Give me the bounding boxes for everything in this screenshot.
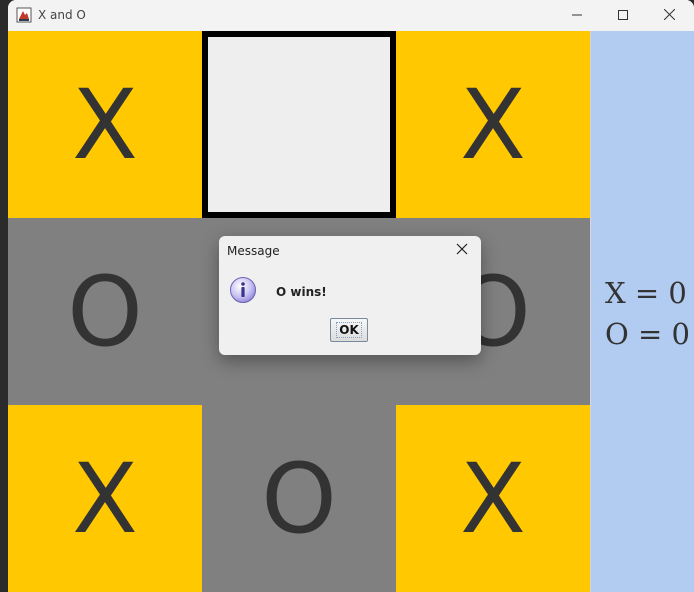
title-bar[interactable]: X and O xyxy=(8,0,694,31)
minimize-button[interactable] xyxy=(554,0,600,31)
board-cell-8[interactable]: O xyxy=(202,405,396,592)
score-panel: X = 0 O = 0 xyxy=(590,31,694,592)
maximize-button[interactable] xyxy=(600,0,646,31)
board-cell-2[interactable] xyxy=(202,31,396,218)
o-score: O = 0 xyxy=(605,317,690,351)
close-icon xyxy=(456,242,468,260)
dialog-message: O wins! xyxy=(276,285,327,299)
ok-button-label: OK xyxy=(336,322,362,338)
board-cell-3[interactable]: X xyxy=(396,31,590,218)
board-cell-7[interactable]: X xyxy=(8,405,202,592)
message-dialog: Message O wins! OK xyxy=(219,236,481,355)
board-cell-9[interactable]: X xyxy=(396,405,590,592)
window-title: X and O xyxy=(38,8,86,22)
close-button[interactable] xyxy=(646,0,692,31)
close-icon xyxy=(663,7,675,25)
dialog-title: Message xyxy=(227,244,280,258)
board-cell-1[interactable]: X xyxy=(8,31,202,218)
java-app-icon xyxy=(16,7,32,23)
x-score: X = 0 xyxy=(605,276,687,310)
board-cell-4[interactable]: O xyxy=(8,218,202,405)
ok-button[interactable]: OK xyxy=(330,318,368,342)
maximize-icon xyxy=(618,7,628,25)
dialog-close-button[interactable] xyxy=(453,242,471,260)
info-icon xyxy=(229,276,257,304)
minimize-icon xyxy=(572,7,582,25)
